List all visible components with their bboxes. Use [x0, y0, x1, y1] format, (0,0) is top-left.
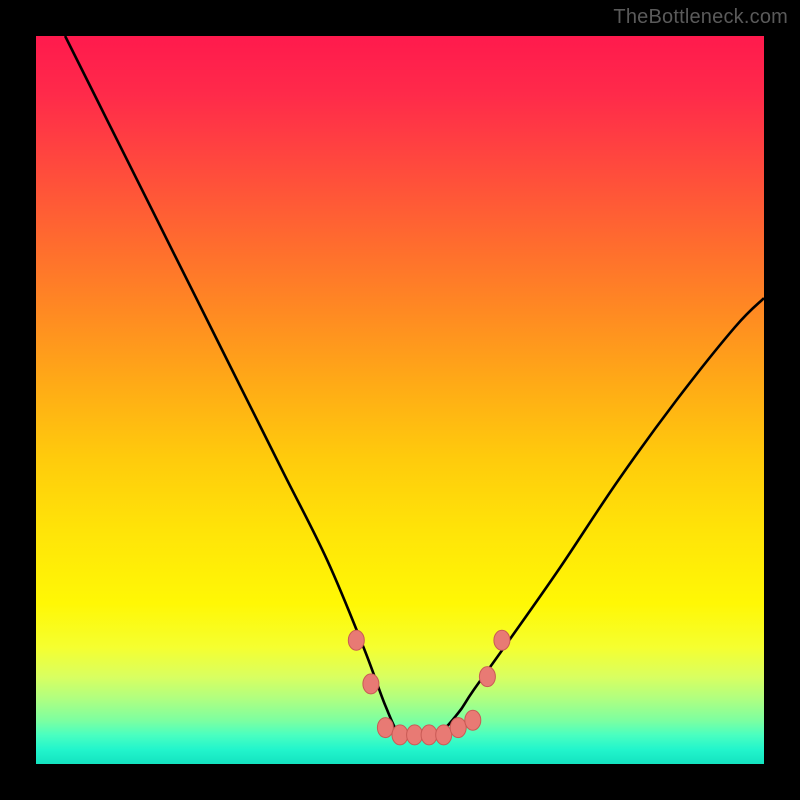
marker-bottom-7 — [465, 710, 481, 730]
watermark-text: TheBottleneck.com — [613, 6, 788, 29]
marker-group — [348, 630, 510, 745]
marker-bottom-6 — [450, 718, 466, 738]
marker-right-shoulder-1 — [479, 667, 495, 687]
plot-area — [36, 36, 764, 764]
marker-bottom-2 — [392, 725, 408, 745]
marker-bottom-5 — [436, 725, 452, 745]
marker-left-shoulder-1 — [348, 630, 364, 650]
marker-bottom-1 — [377, 718, 393, 738]
chart-frame: TheBottleneck.com — [0, 0, 800, 800]
chart-svg — [36, 36, 764, 764]
marker-bottom-4 — [421, 725, 437, 745]
marker-bottom-3 — [407, 725, 423, 745]
bottleneck-curve — [65, 36, 764, 737]
marker-right-shoulder-2 — [494, 630, 510, 650]
marker-left-shoulder-2 — [363, 674, 379, 694]
